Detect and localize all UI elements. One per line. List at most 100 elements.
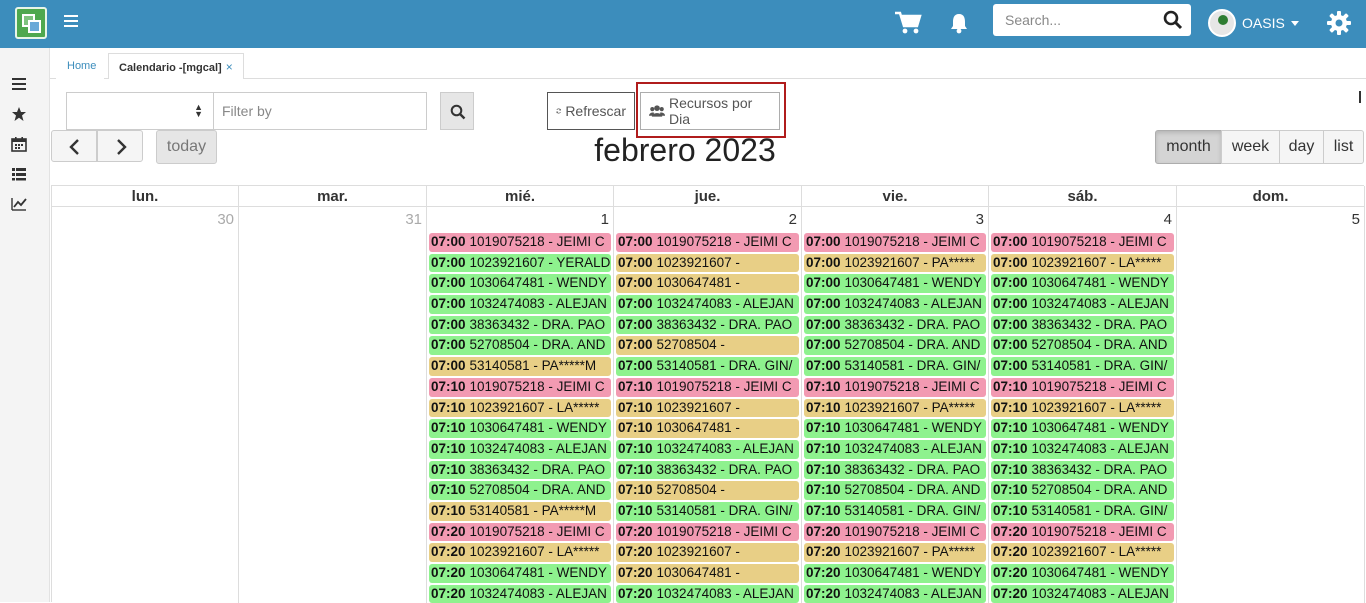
calendar-event[interactable]: 07:10 52708504 - DRA. AND: [991, 481, 1174, 500]
calendar-event[interactable]: 07:00 52708504 - DRA. AND: [429, 336, 611, 356]
calendar-event[interactable]: 07:10 1032474083 - ALEJAN: [804, 439, 986, 459]
calendar-event[interactable]: 07:20 1030647481 - WENDY: [991, 564, 1174, 583]
calendar-event[interactable]: 07:00 53140581 - DRA. GIN/: [804, 357, 986, 376]
day-number[interactable]: 2: [614, 207, 801, 233]
next-month-button[interactable]: [97, 130, 143, 162]
calendar-event[interactable]: 07:00 1019075218 - JEIMI C: [991, 233, 1174, 252]
calendar-event[interactable]: 07:20 1023921607 - PA*****: [804, 543, 986, 562]
calendar-event[interactable]: 07:10 52708504 - DRA. AND: [429, 481, 611, 500]
calendar-event[interactable]: 07:10 53140581 - DRA. GIN/: [616, 501, 799, 521]
calendar-event[interactable]: 07:10 1030647481 - WENDY: [991, 419, 1174, 438]
calendar-event[interactable]: 07:10 1030647481 - WENDY: [429, 419, 611, 438]
calendar-event[interactable]: 07:10 1023921607 - PA*****: [804, 398, 986, 418]
calendar-event[interactable]: 07:10 38363432 - DRA. PAO: [804, 460, 986, 480]
calendar-event[interactable]: 07:00 1032474083 - ALEJAN: [991, 295, 1174, 314]
calendar-event[interactable]: 07:00 1030647481 - WENDY: [429, 274, 611, 294]
cart-icon[interactable]: [894, 10, 922, 36]
calendar-event[interactable]: 07:10 38363432 - DRA. PAO: [429, 460, 611, 480]
calendar-event[interactable]: 07:10 38363432 - DRA. PAO: [991, 460, 1174, 480]
refresh-button[interactable]: Refrescar: [547, 92, 635, 130]
calendar-event[interactable]: 07:00 1030647481 -: [616, 274, 799, 294]
day-number[interactable]: 1: [427, 207, 613, 233]
search-icon[interactable]: [1163, 10, 1183, 30]
calendar-event[interactable]: 07:20 1032474083 - ALEJAN: [804, 584, 986, 603]
calendar-event[interactable]: 07:00 1023921607 -: [616, 253, 799, 273]
day-number[interactable]: 30: [52, 207, 238, 233]
day-number[interactable]: 4: [989, 207, 1176, 233]
calendar-event[interactable]: 07:20 1032474083 - ALEJAN: [616, 584, 799, 603]
calendar-event[interactable]: 07:00 38363432 - DRA. PAO: [429, 315, 611, 335]
calendar-event[interactable]: 07:00 52708504 - DRA. AND: [991, 336, 1174, 356]
calendar-event[interactable]: 07:20 1032474083 - ALEJAN: [429, 584, 611, 603]
calendar-event[interactable]: 07:10 52708504 -: [616, 481, 799, 500]
calendar-event[interactable]: 07:10 1030647481 -: [616, 419, 799, 438]
calendar-event[interactable]: 07:00 1023921607 - PA*****: [804, 253, 986, 273]
calendar-event[interactable]: 07:00 53140581 - DRA. GIN/: [616, 357, 799, 376]
global-search-input[interactable]: [993, 4, 1153, 36]
bell-icon[interactable]: [949, 12, 969, 34]
calendar-event[interactable]: 07:10 1032474083 - ALEJAN: [616, 439, 799, 459]
filter-input[interactable]: [213, 92, 427, 130]
calendar-event[interactable]: 07:20 1019075218 - JEIMI C: [804, 522, 986, 542]
calendar-event[interactable]: 07:00 1019075218 - JEIMI C: [804, 233, 986, 252]
table-icon[interactable]: [11, 166, 27, 182]
calendar-event[interactable]: 07:10 53140581 - DRA. GIN/: [804, 501, 986, 521]
calendar-event[interactable]: 07:10 1019075218 - JEIMI C: [804, 377, 986, 397]
calendar-event[interactable]: 07:10 1019075218 - JEIMI C: [616, 377, 799, 397]
filter-field-select[interactable]: ▲ ▼: [66, 92, 214, 130]
tab-home[interactable]: Home: [56, 53, 104, 79]
day-number[interactable]: 3: [802, 207, 988, 233]
calendar-event[interactable]: 07:00 38363432 - DRA. PAO: [991, 315, 1174, 335]
calendar-event[interactable]: 07:00 1032474083 - ALEJAN: [616, 295, 799, 314]
prev-month-button[interactable]: [51, 130, 97, 162]
calendar-event[interactable]: 07:20 1023921607 -: [616, 543, 799, 562]
hamburger-icon[interactable]: [64, 15, 78, 29]
today-button[interactable]: today: [156, 130, 217, 164]
calendar-event[interactable]: 07:10 1023921607 - LA*****: [429, 398, 611, 418]
calendar-event[interactable]: 07:00 52708504 -: [616, 336, 799, 356]
app-logo-icon[interactable]: [15, 7, 47, 39]
calendar-event[interactable]: 07:00 1019075218 - JEIMI C: [616, 233, 799, 252]
calendar-event[interactable]: 07:00 52708504 - DRA. AND: [804, 336, 986, 356]
calendar-event[interactable]: 07:20 1030647481 -: [616, 564, 799, 583]
calendar-icon[interactable]: [11, 136, 27, 152]
calendar-event[interactable]: 07:00 1032474083 - ALEJAN: [429, 295, 611, 314]
calendar-event[interactable]: 07:00 38363432 - DRA. PAO: [616, 315, 799, 335]
view-week-button[interactable]: week: [1221, 130, 1280, 164]
day-number[interactable]: 31: [239, 207, 426, 233]
calendar-event[interactable]: 07:20 1030647481 - WENDY: [804, 564, 986, 583]
calendar-event[interactable]: 07:00 1023921607 - LA*****: [991, 253, 1174, 273]
calendar-event[interactable]: 07:00 1023921607 - YERALD: [429, 253, 611, 273]
chart-icon[interactable]: [11, 196, 27, 212]
calendar-event[interactable]: 07:20 1023921607 - LA*****: [991, 543, 1174, 562]
calendar-event[interactable]: 07:00 53140581 - PA*****M: [429, 357, 611, 376]
view-list-button[interactable]: list: [1323, 130, 1364, 164]
view-day-button[interactable]: day: [1279, 130, 1324, 164]
calendar-event[interactable]: 07:10 52708504 - DRA. AND: [804, 481, 986, 500]
calendar-event[interactable]: 07:10 1019075218 - JEIMI C: [991, 377, 1174, 397]
list-icon[interactable]: [11, 76, 27, 92]
day-number[interactable]: 5: [1177, 207, 1364, 233]
calendar-event[interactable]: 07:00 1030647481 - WENDY: [804, 274, 986, 294]
close-icon[interactable]: ×: [226, 60, 233, 74]
user-menu[interactable]: OASIS: [1208, 8, 1299, 38]
calendar-event[interactable]: 07:20 1030647481 - WENDY: [429, 564, 611, 583]
calendar-event[interactable]: 07:10 53140581 - PA*****M: [429, 501, 611, 521]
view-month-button[interactable]: month: [1155, 130, 1222, 164]
calendar-event[interactable]: 07:10 38363432 - DRA. PAO: [616, 460, 799, 480]
calendar-event[interactable]: 07:20 1032474083 - ALEJAN: [991, 584, 1174, 603]
calendar-event[interactable]: 07:10 1032474083 - ALEJAN: [429, 439, 611, 459]
calendar-event[interactable]: 07:20 1019075218 - JEIMI C: [991, 522, 1174, 542]
calendar-event[interactable]: 07:10 1019075218 - JEIMI C: [429, 377, 611, 397]
calendar-event[interactable]: 07:00 1019075218 - JEIMI C: [429, 233, 611, 252]
calendar-event[interactable]: 07:20 1023921607 - LA*****: [429, 543, 611, 562]
calendar-event[interactable]: 07:10 1023921607 - LA*****: [991, 398, 1174, 418]
calendar-event[interactable]: 07:10 1032474083 - ALEJAN: [991, 439, 1174, 459]
calendar-event[interactable]: 07:20 1019075218 - JEIMI C: [429, 522, 611, 542]
calendar-event[interactable]: 07:00 38363432 - DRA. PAO: [804, 315, 986, 335]
calendar-event[interactable]: 07:00 1032474083 - ALEJAN: [804, 295, 986, 314]
calendar-event[interactable]: 07:10 53140581 - DRA. GIN/: [991, 501, 1174, 521]
calendar-event[interactable]: 07:20 1019075218 - JEIMI C: [616, 522, 799, 542]
star-icon[interactable]: [11, 106, 27, 122]
calendar-event[interactable]: 07:00 1030647481 - WENDY: [991, 274, 1174, 294]
